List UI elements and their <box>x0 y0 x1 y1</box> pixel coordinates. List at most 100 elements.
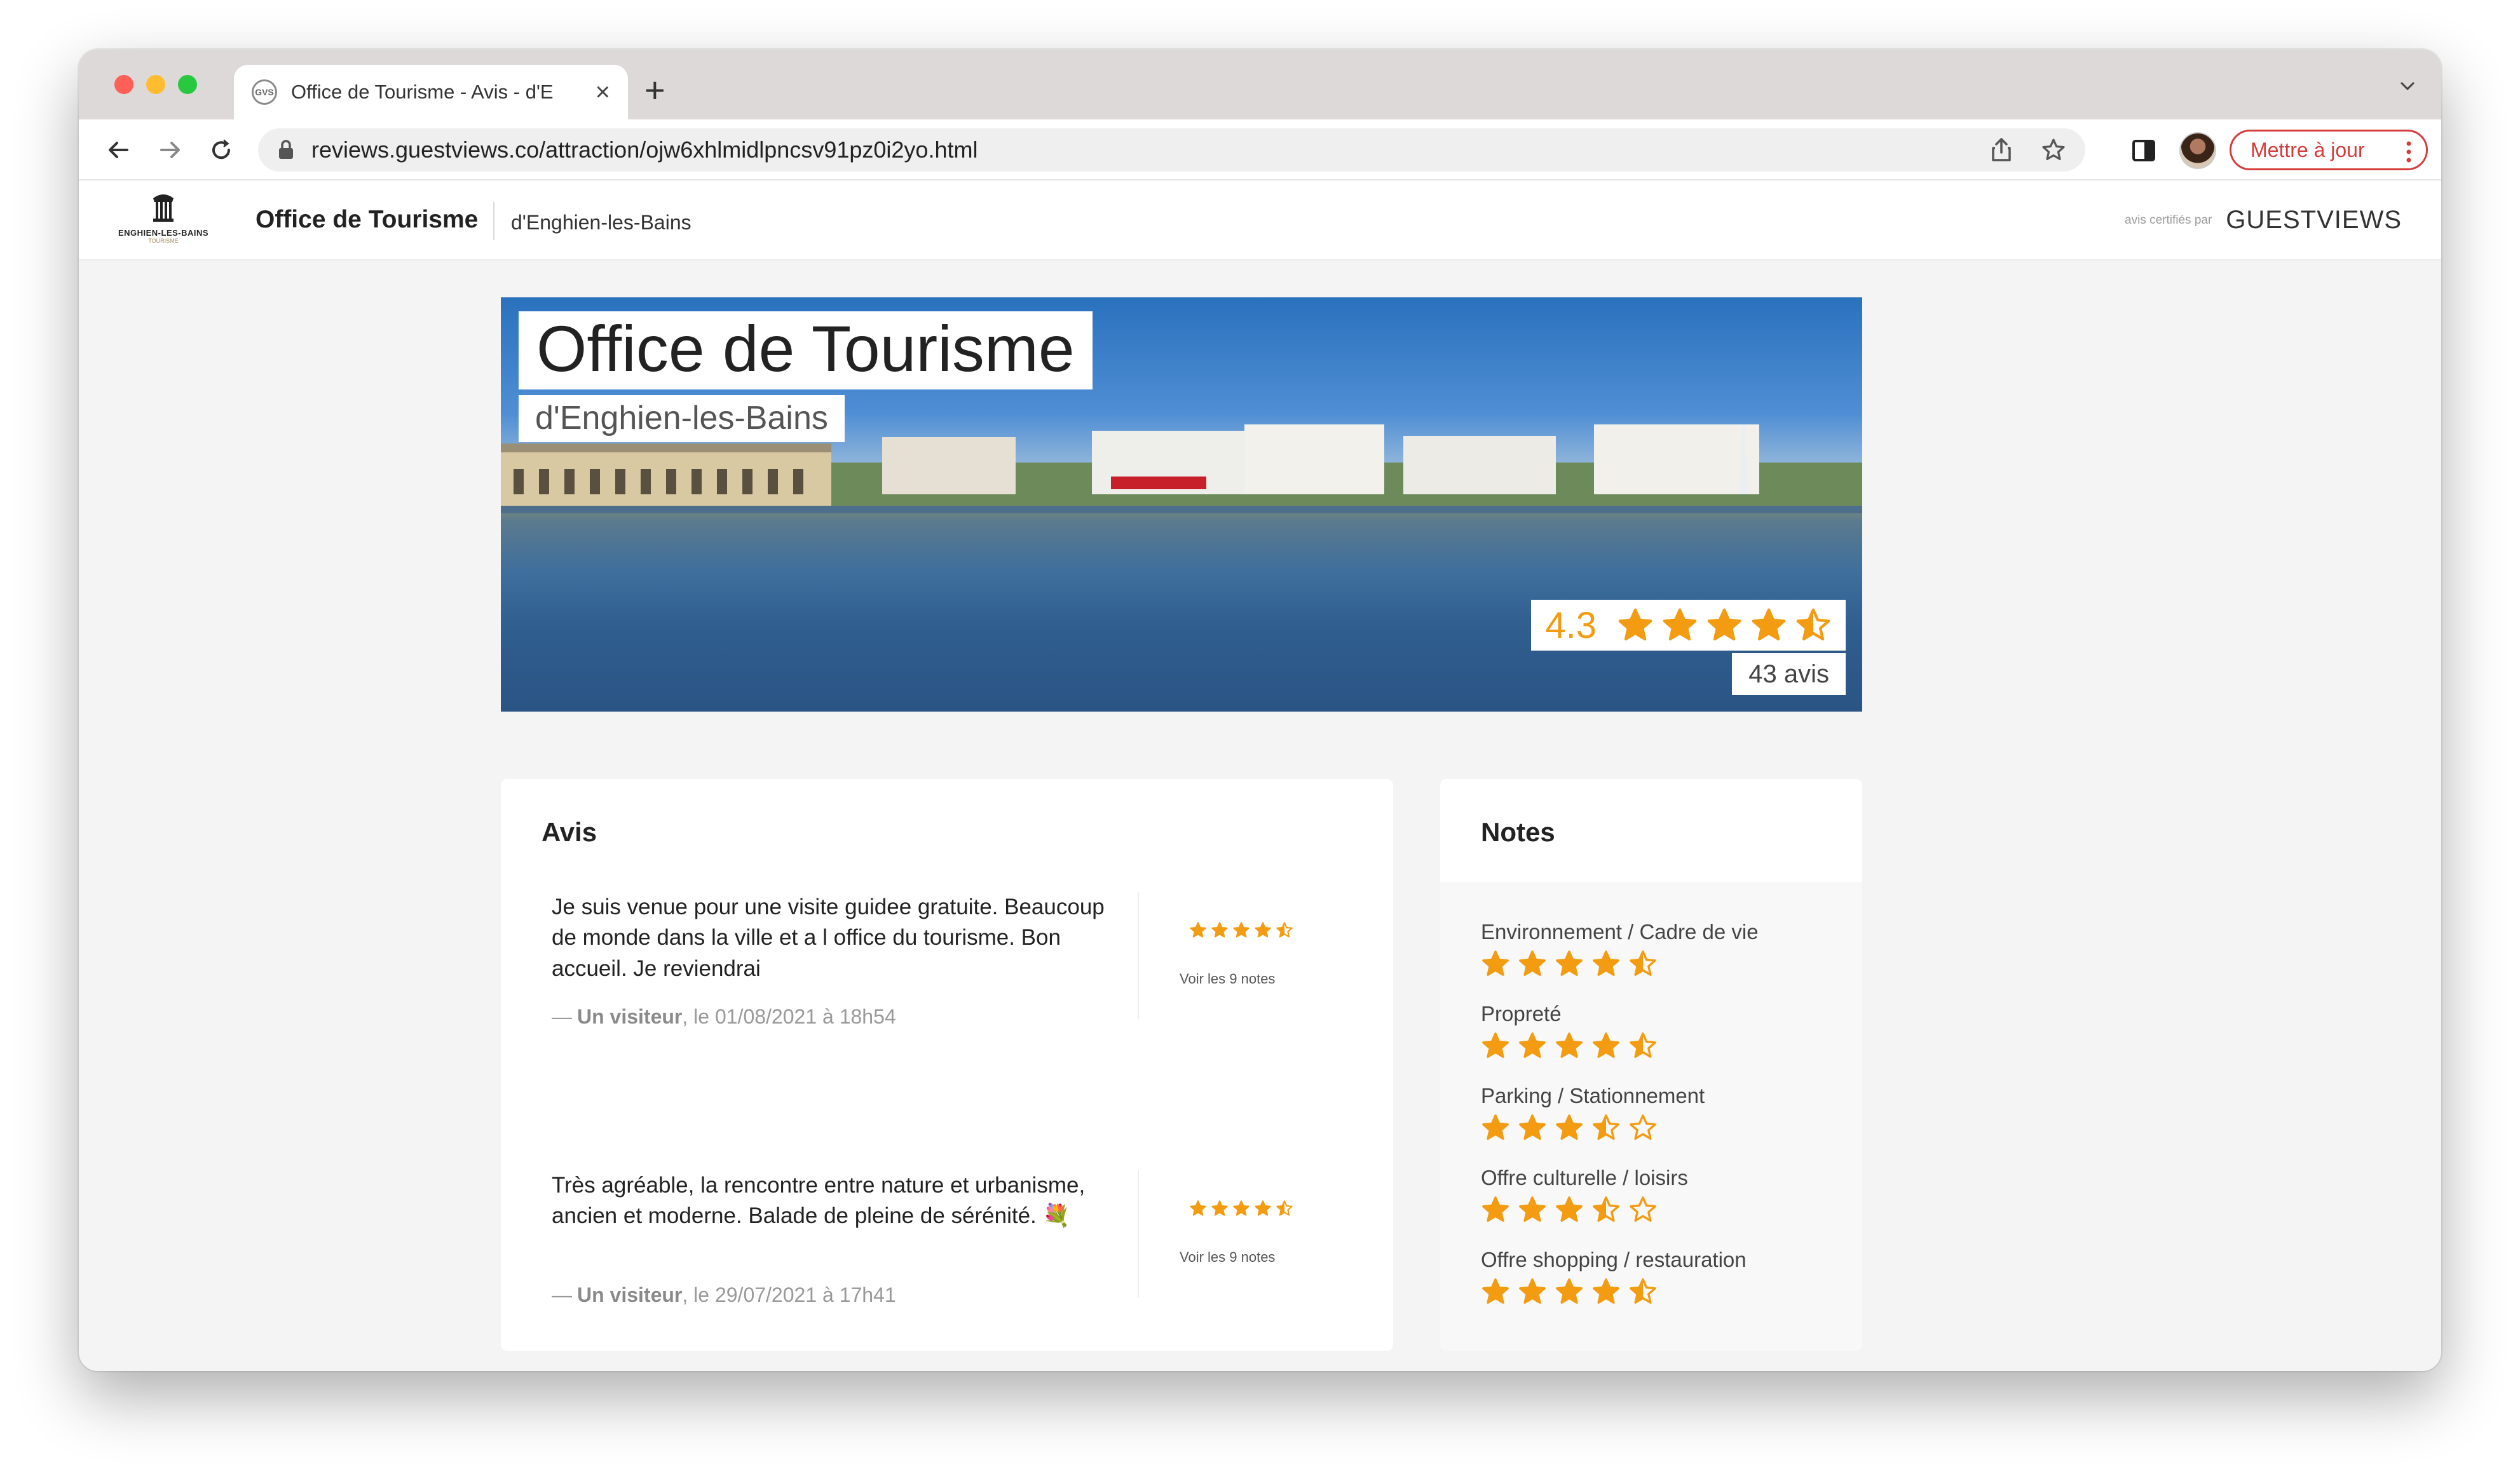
star-full-icon <box>1482 1278 1509 1304</box>
star-full-icon <box>1593 1032 1619 1058</box>
note-label: Environnement / Cadre de vie <box>1481 920 1759 943</box>
back-arrow-icon <box>109 142 128 158</box>
star-full-icon <box>1593 1278 1619 1304</box>
close-window-button[interactable] <box>114 75 133 94</box>
star-full-icon <box>1190 922 1206 938</box>
share-icon[interactable] <box>1990 137 2013 163</box>
site-title: Office de Tourisme <box>255 206 479 233</box>
minimize-window-button[interactable] <box>146 75 165 94</box>
star-full-icon <box>1519 950 1546 976</box>
star-half-icon <box>1593 1196 1619 1222</box>
note-label: Propreté <box>1481 1002 1562 1025</box>
review-author: Un visiteur <box>577 1283 683 1306</box>
window-controls <box>114 75 197 94</box>
star-full-icon <box>1233 1200 1250 1216</box>
kebab-menu-icon <box>2406 141 2411 163</box>
tab-close-icon[interactable]: × <box>596 79 610 105</box>
site-logo[interactable]: ENGHIEN-LES-BAINS TOURISME <box>109 189 217 253</box>
star-full-icon <box>1593 950 1619 976</box>
address-bar[interactable]: reviews.guestviews.co/attraction/ojw6xhl… <box>258 128 2085 172</box>
forward-button[interactable] <box>154 133 187 166</box>
star-full-icon <box>1519 1196 1546 1222</box>
hero-subtitle: d'Enghien-les-Bains <box>535 400 828 436</box>
notes-card: Notes Environnement / Cadre de vie Propr… <box>1440 779 1862 1351</box>
logo-subtext: TOURISME <box>148 238 179 244</box>
reload-button[interactable] <box>205 133 238 166</box>
tab-list-chevron-icon[interactable] <box>2399 78 2416 94</box>
reload-icon <box>212 139 231 159</box>
star-full-icon <box>1707 608 1741 640</box>
forward-arrow-icon <box>160 142 180 158</box>
star-full-icon <box>1556 1278 1583 1304</box>
update-browser-button[interactable]: Mettre à jour <box>2230 130 2428 170</box>
hero-title: Office de Tourisme <box>536 313 1075 385</box>
review-separator <box>1138 892 1139 1019</box>
star-full-icon <box>1556 1114 1583 1140</box>
review-meta: — Un visiteur, le 01/08/2021 à 18h54 <box>552 1005 896 1028</box>
star-full-icon <box>1556 1196 1583 1222</box>
star-full-icon <box>1482 1196 1509 1222</box>
browser-window: GVS Office de Tourisme - Avis - d'E × + <box>79 50 2441 1371</box>
notes-header: Notes <box>1440 779 1862 882</box>
overall-stars <box>1617 607 1832 644</box>
star-half-icon <box>1630 950 1656 976</box>
star-empty-icon <box>1630 1196 1656 1222</box>
logo-emblem-icon <box>153 194 174 222</box>
review-count: 43 avis <box>1748 659 1829 688</box>
review-separator <box>1138 1170 1139 1297</box>
star-full-icon <box>1255 922 1271 938</box>
note-stars <box>1481 1113 1705 1142</box>
star-full-icon <box>1556 1032 1583 1058</box>
tab-title: Office de Tourisme - Avis - d'E <box>291 81 554 103</box>
note-stars <box>1481 949 1759 978</box>
maximize-window-button[interactable] <box>178 75 197 94</box>
review-date: , le 29/07/2021 à 17h41 <box>682 1283 896 1306</box>
star-full-icon <box>1752 608 1786 640</box>
new-tab-button[interactable]: + <box>644 72 665 108</box>
note-item: Environnement / Cadre de vie <box>1481 920 1759 978</box>
star-full-icon <box>1233 922 1250 938</box>
review-text: Très agréable, la rencontre entre nature… <box>552 1173 1086 1229</box>
star-full-icon <box>1618 608 1652 640</box>
star-half-icon <box>1630 1032 1656 1058</box>
star-full-icon <box>1482 1114 1509 1140</box>
see-notes-link[interactable]: Voir les 9 notes <box>1180 971 1275 987</box>
review-date: , le 01/08/2021 à 18h54 <box>682 1005 896 1028</box>
star-full-icon <box>1519 1114 1546 1140</box>
active-tab[interactable]: GVS Office de Tourisme - Avis - d'E × <box>234 65 628 119</box>
note-item: Offre culturelle / loisirs <box>1481 1166 1688 1224</box>
bookmark-star-icon[interactable] <box>2041 137 2066 163</box>
star-full-icon <box>1482 1032 1509 1058</box>
site-subtitle: d'Enghien-les-Bains <box>511 211 691 234</box>
star-half-icon <box>1796 608 1830 640</box>
back-button[interactable] <box>102 133 135 166</box>
see-notes-link[interactable]: Voir les 9 notes <box>1180 1249 1275 1266</box>
certified-label: avis certifiés par <box>2125 213 2212 227</box>
star-full-icon <box>1255 1200 1271 1216</box>
toolbar: reviews.guestviews.co/attraction/ojw6xhl… <box>79 119 2441 180</box>
star-full-icon <box>1482 950 1509 976</box>
review-stars <box>1189 1200 1293 1217</box>
reviews-title: Avis <box>541 817 597 847</box>
star-full-icon <box>1663 608 1697 640</box>
certified-badge[interactable]: avis certifiés par GUESTVIEWS <box>2125 206 2402 234</box>
star-half-icon <box>1630 1278 1656 1304</box>
star-half-icon <box>1276 922 1293 938</box>
note-stars <box>1481 1031 1658 1060</box>
hero-banner: Office de Tourisme d'Enghien-les-Bains 4… <box>501 297 1862 712</box>
tab-bar: GVS Office de Tourisme - Avis - d'E × + <box>79 50 2441 119</box>
tab-favicon-icon: GVS <box>252 79 277 105</box>
reviews-card: Avis Je suis venue pour une visite guide… <box>501 779 1393 1351</box>
review-count-box[interactable]: 43 avis <box>1732 653 1846 695</box>
star-full-icon <box>1211 1200 1228 1216</box>
lock-icon <box>279 140 293 159</box>
star-full-icon <box>1556 950 1583 976</box>
rating-value: 4.3 <box>1545 604 1597 646</box>
site-header: ENGHIEN-LES-BAINS TOURISME Office de Tou… <box>79 180 2441 260</box>
profile-avatar[interactable] <box>2179 132 2216 169</box>
header-divider <box>493 202 494 240</box>
sidepanel-icon[interactable] <box>2132 139 2156 163</box>
logo-text: ENGHIEN-LES-BAINS <box>118 228 209 238</box>
star-half-icon <box>1276 1200 1293 1216</box>
review-stars <box>1189 921 1293 939</box>
